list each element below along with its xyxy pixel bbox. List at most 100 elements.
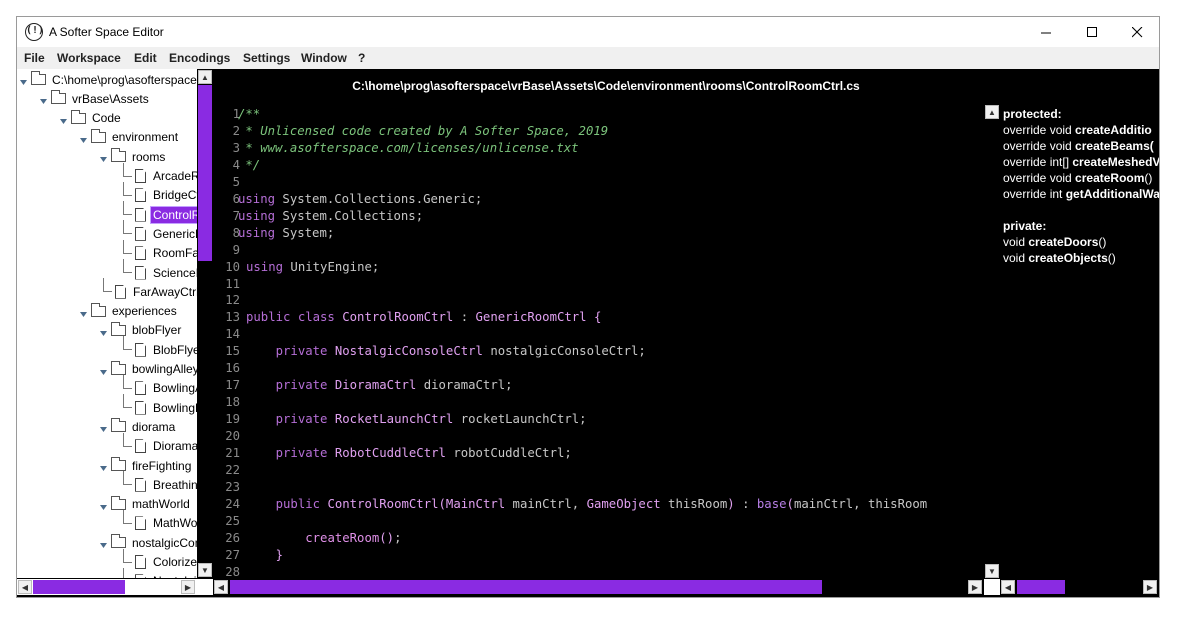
tree-expand-toggle[interactable] bbox=[99, 500, 107, 510]
tree-horizontal-scrollbar[interactable]: ◀ ▶ bbox=[17, 579, 213, 595]
scroll-left-icon[interactable]: ◀ bbox=[214, 580, 228, 594]
tree-item-label: mathWorld bbox=[132, 497, 190, 512]
scroll-left-icon[interactable]: ◀ bbox=[1001, 580, 1015, 594]
tree-expand-toggle[interactable] bbox=[99, 365, 107, 375]
tree-item-label: ControlRoo bbox=[150, 205, 197, 224]
tree-folder-item[interactable]: diorama bbox=[111, 417, 177, 436]
close-button[interactable] bbox=[1114, 17, 1160, 47]
menu-file[interactable]: File bbox=[24, 51, 45, 65]
scroll-right-icon[interactable]: ▶ bbox=[1143, 580, 1157, 594]
code-line: 24 public ControlRoomCtrl(MainCtrl mainC… bbox=[214, 496, 984, 513]
outline-horizontal-scrollbar[interactable]: ◀ ▶ bbox=[1001, 579, 1159, 595]
code-line: 14 bbox=[214, 326, 984, 343]
outline-signature: override int[] bbox=[1003, 155, 1073, 169]
code-token: ( bbox=[786, 496, 794, 511]
code-vertical-scrollbar[interactable]: ▲ ▼ bbox=[984, 105, 1000, 579]
outline-hscroll-thumb[interactable] bbox=[1017, 580, 1065, 594]
tree-connector-line bbox=[123, 567, 132, 578]
tree-file-item[interactable]: MathWorld bbox=[135, 514, 197, 533]
tree-file-item[interactable]: ControlRoo bbox=[135, 205, 197, 224]
code-hscroll-thumb[interactable] bbox=[230, 580, 822, 594]
tree-folder-item[interactable]: environment bbox=[91, 128, 180, 147]
tree-file-item[interactable]: ColorizeBu bbox=[135, 553, 197, 572]
title-bar[interactable]: (!) A Softer Space Editor bbox=[17, 17, 1159, 47]
close-icon bbox=[1131, 26, 1142, 37]
outline-suffix: () bbox=[1098, 235, 1107, 249]
code-line: 7using System.Collections; bbox=[214, 208, 984, 225]
tree-file-item[interactable]: ScienceRo bbox=[135, 263, 197, 282]
file-icon bbox=[135, 226, 146, 241]
tree-item-label: MathWorld bbox=[153, 516, 197, 531]
tree-file-item[interactable]: ArcadeRoo bbox=[135, 167, 197, 186]
tree-folder-item[interactable]: rooms bbox=[111, 147, 167, 166]
tree-file-item[interactable]: GenericRo bbox=[135, 224, 197, 243]
menu-edit[interactable]: Edit bbox=[134, 51, 157, 65]
menu-encodings[interactable]: Encodings bbox=[169, 51, 230, 65]
tree-folder-item[interactable]: experiences bbox=[91, 302, 179, 321]
tree-file-item[interactable]: BridgeCtrl. bbox=[135, 186, 197, 205]
scroll-right-icon[interactable]: ▶ bbox=[968, 580, 982, 594]
menu-workspace[interactable]: Workspace bbox=[57, 51, 121, 65]
tree-file-item[interactable]: NostalgicC bbox=[135, 572, 197, 578]
tree-expand-toggle[interactable] bbox=[99, 538, 107, 549]
code-horizontal-scrollbar[interactable]: ◀ ▶ bbox=[214, 579, 998, 595]
scroll-down-icon[interactable]: ▼ bbox=[198, 563, 212, 577]
tree-file-item[interactable]: RoomFacto bbox=[135, 244, 197, 263]
outline-method-entry[interactable]: void createObjects() bbox=[1003, 250, 1116, 266]
scroll-down-icon[interactable]: ▼ bbox=[985, 564, 999, 578]
tree-file-item[interactable]: BreathingA bbox=[135, 475, 197, 494]
outline-method-entry[interactable]: void createDoors() bbox=[1003, 234, 1106, 250]
minimize-button[interactable] bbox=[1023, 17, 1069, 47]
code-outline[interactable]: protected: override void createAdditio ove… bbox=[1001, 105, 1159, 581]
tree-file-item[interactable]: FarAwayCtrl.cs bbox=[115, 282, 197, 301]
code-editor[interactable]: 1/** 2 * Unlicensed code created by A Sof… bbox=[214, 105, 984, 581]
tree-item-label: DioramaCt bbox=[153, 439, 197, 454]
tree-folder-item[interactable]: blobFlyer bbox=[111, 321, 183, 340]
outline-method-entry[interactable]: override void createBeams( bbox=[1003, 138, 1154, 154]
tree-file-item[interactable]: BowlingBa bbox=[135, 398, 197, 417]
tree-expand-toggle[interactable] bbox=[19, 75, 27, 85]
tree-connector-line bbox=[123, 394, 132, 409]
tree-hscroll-thumb[interactable] bbox=[33, 580, 125, 594]
scroll-up-icon[interactable]: ▲ bbox=[985, 105, 999, 119]
outline-method-entry[interactable]: override void createAdditio bbox=[1003, 122, 1152, 138]
menu-help[interactable]: ? bbox=[358, 51, 365, 65]
tree-file-item[interactable]: BowlingAll bbox=[135, 379, 197, 398]
code-token: } bbox=[275, 547, 284, 562]
code-text: public ControlRoomCtrl(MainCtrl mainCtrl… bbox=[240, 496, 928, 511]
menu-settings[interactable]: Settings bbox=[243, 51, 290, 65]
tree-expand-toggle[interactable] bbox=[99, 326, 107, 336]
tree-expand-toggle[interactable] bbox=[79, 133, 87, 143]
maximize-button[interactable] bbox=[1069, 17, 1115, 47]
outline-method-entry[interactable]: override void createRoom() bbox=[1003, 170, 1152, 186]
code-token: mainCtrl, thisRoom bbox=[793, 496, 928, 511]
tree-scroll-thumb[interactable] bbox=[198, 85, 212, 261]
tree-item-label: bowlingAlley bbox=[132, 362, 197, 376]
tree-expand-toggle[interactable] bbox=[99, 461, 107, 471]
tree-expand-toggle[interactable] bbox=[59, 114, 67, 124]
tree-item-label: diorama bbox=[132, 419, 176, 434]
tree-expand-toggle[interactable] bbox=[79, 307, 87, 317]
tree-folder-item[interactable]: Code bbox=[71, 109, 123, 128]
tree-vertical-scrollbar[interactable]: ▲ ▼ bbox=[197, 69, 213, 579]
tree-folder-item[interactable]: vrBase\Assets bbox=[51, 89, 151, 108]
tree-expand-toggle[interactable] bbox=[99, 422, 107, 433]
tree-folder-item[interactable]: C:\home\prog\asofterspace bbox=[31, 70, 197, 89]
tree-connector-line bbox=[123, 181, 132, 196]
tree-expand-toggle[interactable] bbox=[39, 94, 47, 105]
code-token: ( bbox=[438, 496, 446, 511]
scroll-right-icon[interactable]: ▶ bbox=[181, 580, 195, 594]
outline-signature: override int bbox=[1003, 187, 1066, 201]
scroll-left-icon[interactable]: ◀ bbox=[18, 580, 32, 594]
outline-method-entry[interactable]: override int[] createMeshedV bbox=[1003, 154, 1159, 170]
outline-method-entry[interactable]: override int getAdditionalWa bbox=[1003, 186, 1159, 202]
file-icon bbox=[135, 400, 146, 415]
menu-window[interactable]: Window bbox=[301, 51, 347, 65]
scroll-up-icon[interactable]: ▲ bbox=[198, 70, 212, 84]
tree-file-item[interactable]: BlobFlyerC bbox=[135, 340, 197, 359]
tree-expand-toggle[interactable] bbox=[99, 152, 107, 163]
file-tree[interactable]: C:\home\prog\asofterspace vrBase\Assets Co… bbox=[17, 69, 197, 578]
tree-file-item[interactable]: DioramaCt bbox=[135, 437, 197, 456]
